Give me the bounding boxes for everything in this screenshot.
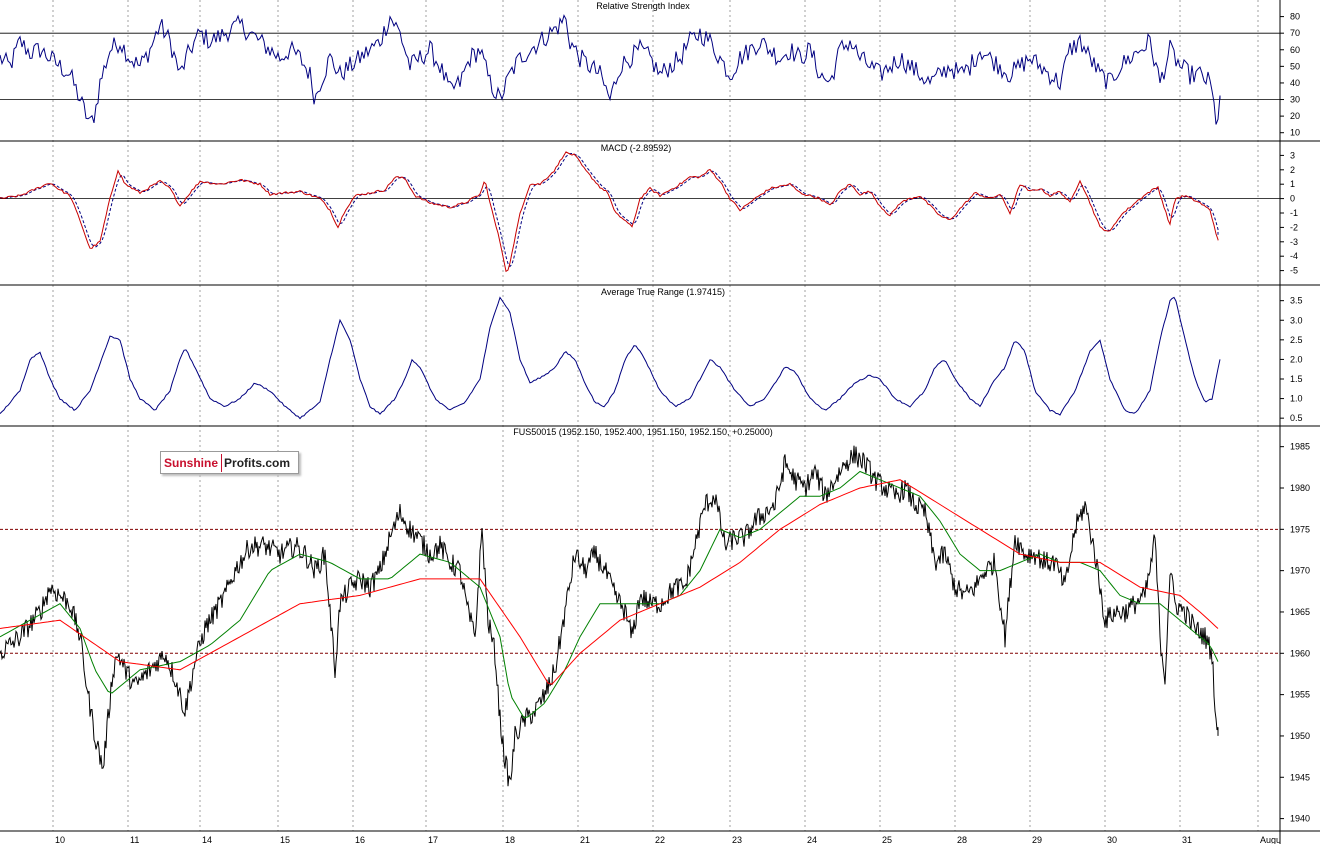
y-tick-label-2-5: 1.0 [1290,394,1303,404]
y-tick-label-2-6: 0.5 [1290,413,1303,423]
y-tick-label-0-0: 10 [1290,128,1300,138]
y-tick-label-3-2: 1975 [1290,524,1310,534]
y-tick-label-0-6: 70 [1290,28,1300,38]
rsi-line [0,14,1221,125]
sunshine-profits-logo[interactable]: Sunshine Profits.com [160,451,300,474]
atr-title: Average True Range (1.97415) [601,287,725,297]
y-tick-label-3-1: 1980 [1290,483,1310,493]
atr-pane: Average True Range (1.97415) [601,287,725,297]
logo-text-sunshine: Sunshine [161,453,223,472]
macd-pane: MACD (-2.89592) [601,143,672,153]
y-tick-label-1-4: -1 [1290,208,1298,218]
y-tick-label-2-0: 3.5 [1290,296,1303,306]
y-tick-label-0-3: 40 [1290,78,1300,88]
price-title: FUS50015 (1952.150, 1952.400, 1951.150, … [513,427,772,437]
logo-text-profits: Profits.com [224,455,291,470]
x-axis-label-7: 21 [580,835,590,844]
y-tick-label-2-4: 1.5 [1290,374,1303,384]
y-tick-label-1-6: -3 [1290,237,1298,247]
x-axis-label-14: 30 [1107,835,1117,844]
x-axis-label-5: 17 [428,835,438,844]
y-tick-label-3-5: 1960 [1290,648,1310,658]
y-tick-label-1-2: 1 [1290,179,1295,189]
x-axis-label-12: 28 [957,835,967,844]
chart-canvas: Relative Strength Index MACD (-2.89592) … [0,0,1320,844]
x-axis-label-6: 18 [505,835,515,844]
y-tick-label-2-3: 2.0 [1290,354,1303,364]
y-axis-ticks: 10203040506070803210-1-2-3-4-53.53.02.52… [1280,12,1310,824]
y-tick-label-0-4: 50 [1290,61,1300,71]
y-tick-label-0-2: 30 [1290,95,1300,105]
y-tick-label-3-8: 1945 [1290,772,1310,782]
y-tick-label-0-1: 20 [1290,111,1300,121]
y-tick-label-2-1: 3.0 [1290,315,1303,325]
macd-title: MACD (-2.89592) [601,143,672,153]
y-tick-label-1-1: 2 [1290,165,1295,175]
y-tick-label-3-4: 1965 [1290,607,1310,617]
price-line [0,445,1219,787]
rsi-pane: Relative Strength Index [596,1,690,11]
y-tick-label-3-3: 1970 [1290,566,1310,576]
y-tick-label-0-7: 80 [1290,12,1300,22]
x-axis-label-8: 22 [655,835,665,844]
x-axis-label-2: 14 [202,835,212,844]
price-pane: FUS50015 (1952.150, 1952.400, 1951.150, … [513,427,772,437]
x-axis-label-13: 29 [1032,835,1042,844]
x-axis-label-4: 16 [355,835,365,844]
y-tick-label-3-9: 1940 [1290,814,1310,824]
x-axis-label-16: Augu [1260,835,1281,844]
y-tick-label-1-0: 3 [1290,150,1295,160]
reference-lines [0,32,1280,654]
macd-signal-line [0,152,1219,268]
y-tick-label-2-2: 2.5 [1290,335,1303,345]
macd-line [0,151,1219,273]
x-axis-labels: 10 11 14 15 16 17 18 21 22 23 24 25 28 29 30 31 Augu [55,835,1281,844]
x-axis-label-10: 24 [807,835,817,844]
atr-line [0,296,1221,420]
x-axis-label-15: 31 [1182,835,1192,844]
series-lines [0,14,1221,787]
pane-borders [0,0,1320,844]
y-tick-label-3-6: 1955 [1290,690,1310,700]
y-tick-label-1-5: -2 [1290,222,1298,232]
y-tick-label-3-0: 1985 [1290,442,1310,452]
grid-lines [52,0,1259,831]
y-tick-label-1-8: -5 [1290,266,1298,276]
y-tick-label-1-7: -4 [1290,251,1298,261]
x-axis-label-11: 25 [882,835,892,844]
y-tick-label-3-7: 1950 [1290,731,1310,741]
x-axis-label-3: 15 [280,835,290,844]
y-tick-label-0-5: 60 [1290,45,1300,55]
rsi-title: Relative Strength Index [596,1,690,11]
x-axis-label-0: 10 [55,835,65,844]
x-axis-label-1: 11 [130,835,139,844]
y-tick-label-1-3: 0 [1290,194,1295,204]
fast-moving-average-line [0,470,1219,719]
x-axis-label-9: 23 [732,835,742,844]
